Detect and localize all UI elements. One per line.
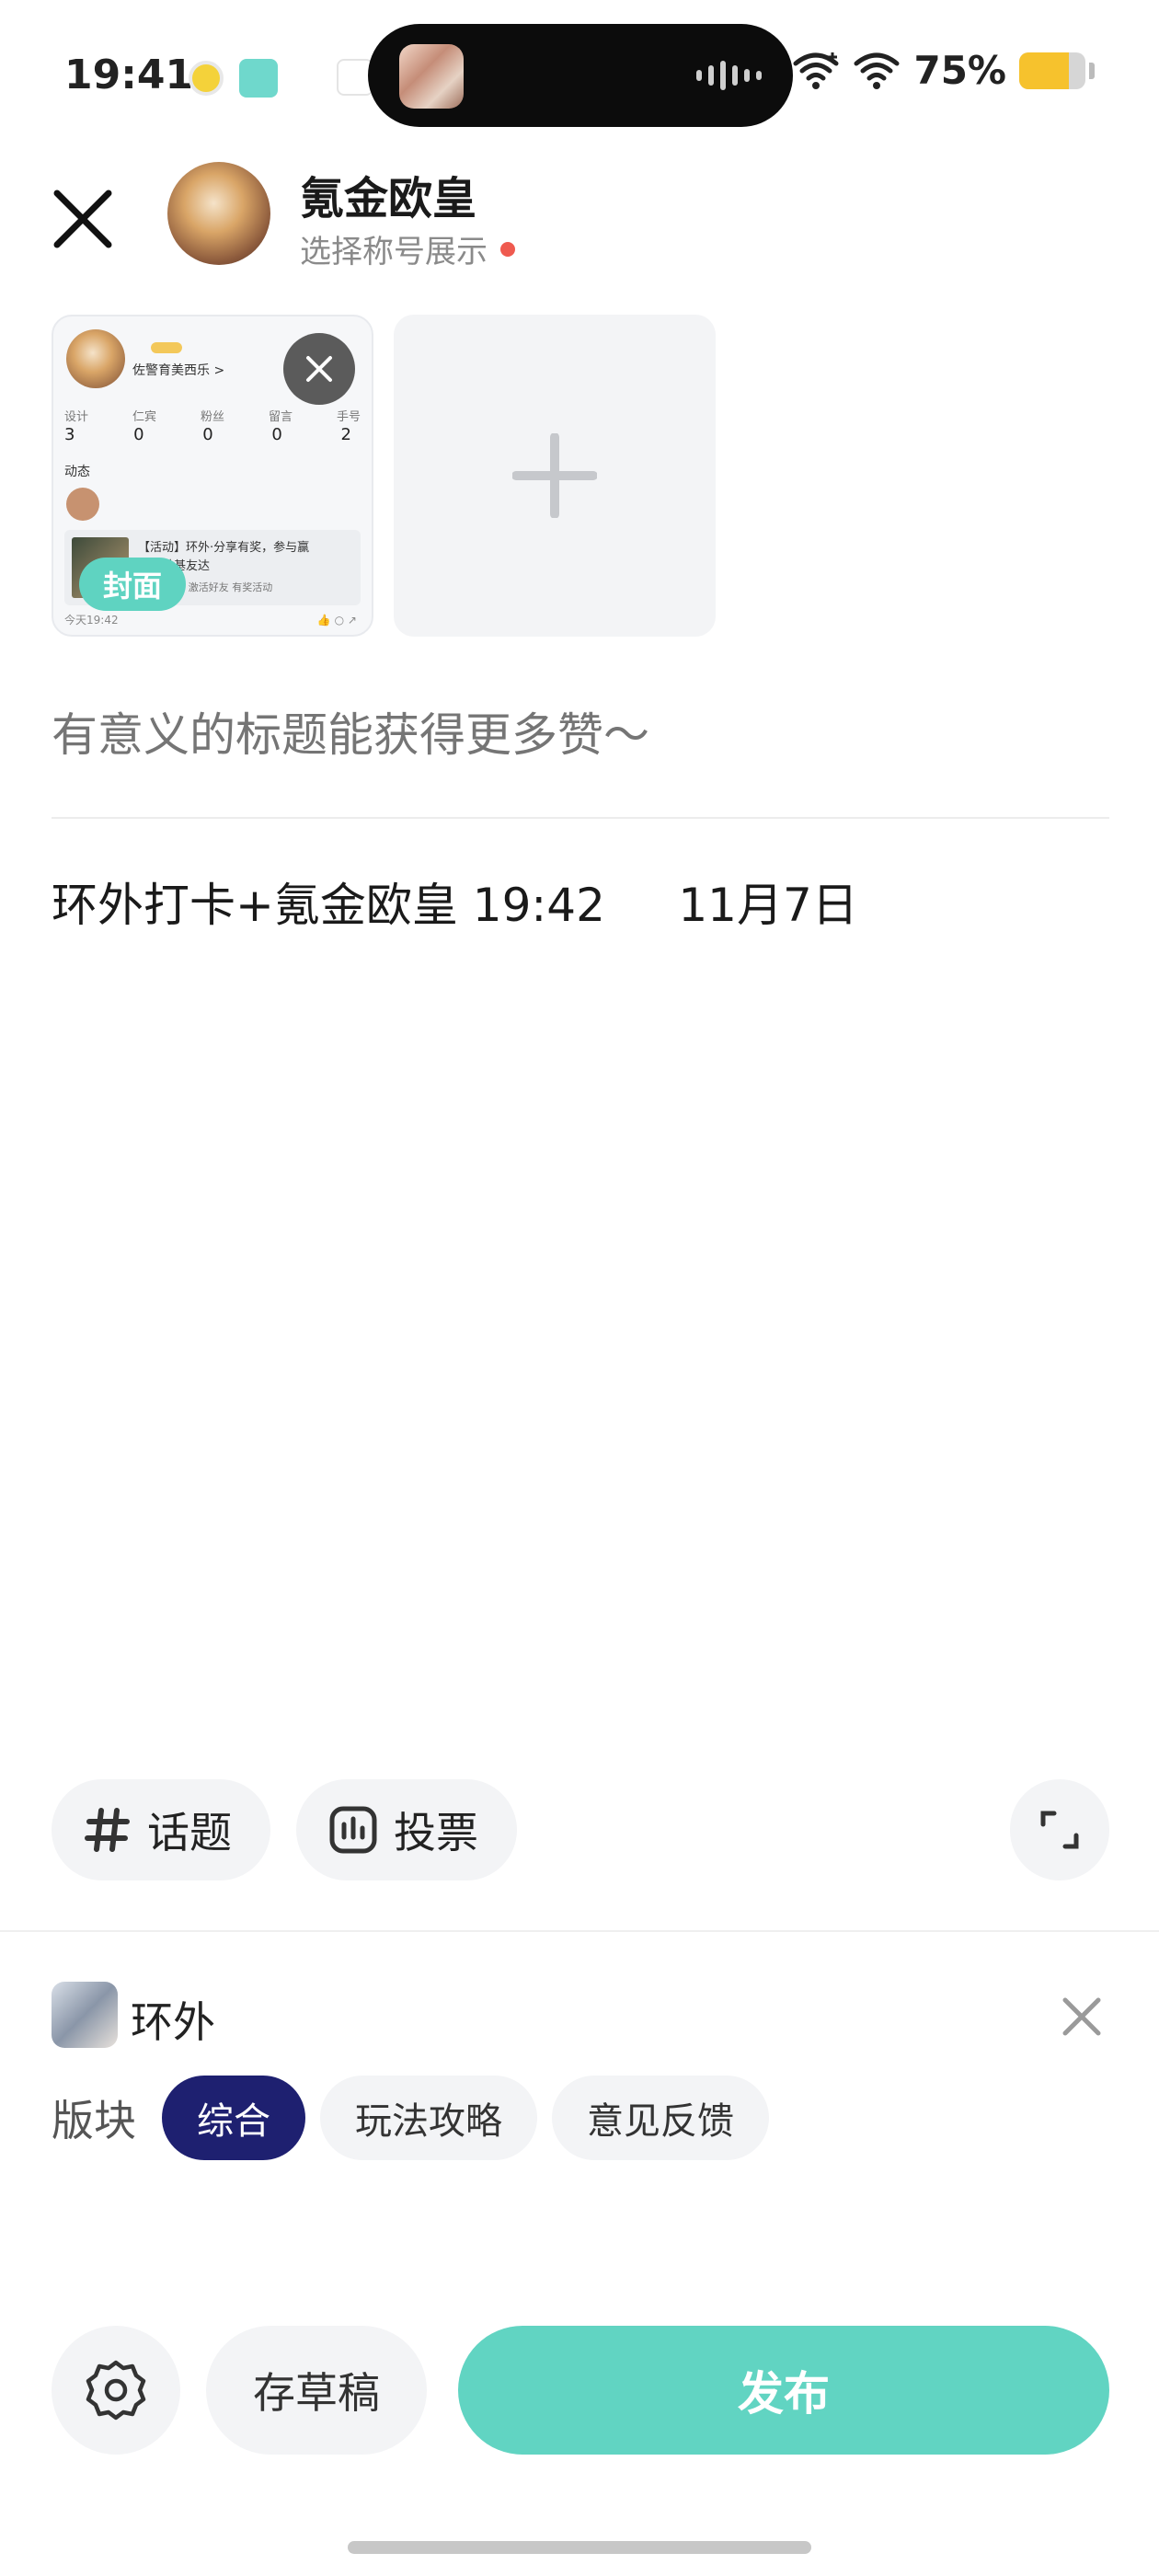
preview-stat-label: 粉丝 bbox=[200, 410, 224, 424]
battery-percent: 75% bbox=[913, 48, 1006, 93]
new-dot-indicator bbox=[500, 241, 515, 257]
close-icon bbox=[306, 356, 332, 382]
expand-editor-button[interactable] bbox=[1010, 1779, 1109, 1880]
close-icon bbox=[1062, 1997, 1101, 2036]
preview-stat-value: 3 bbox=[64, 425, 75, 444]
topic-button[interactable]: 话题 bbox=[52, 1779, 270, 1880]
wifi-icon bbox=[854, 52, 900, 89]
preview-stat-label: 手号 bbox=[336, 410, 361, 424]
preview-badge bbox=[151, 342, 182, 353]
save-draft-button[interactable]: 存草稿 bbox=[206, 2326, 427, 2455]
preview-post-avatar bbox=[66, 488, 99, 521]
board-label: 版块 bbox=[52, 2096, 136, 2145]
preview-post-time: 今天19:42 bbox=[64, 614, 119, 627]
status-bar: 19:41 75% bbox=[0, 0, 1159, 147]
notification-app-icon bbox=[239, 59, 278, 98]
preview-post-actions-icon: 👍 ○ ↗ bbox=[316, 613, 357, 627]
preview-stat-label: 设计 bbox=[64, 410, 89, 424]
close-button[interactable] bbox=[48, 184, 118, 254]
plus-icon bbox=[512, 433, 597, 518]
settings-button[interactable] bbox=[52, 2326, 180, 2455]
battery-tip bbox=[1089, 62, 1095, 79]
status-right: 75% bbox=[792, 48, 1095, 93]
preview-nickname: 佐警育美西乐 > bbox=[132, 363, 225, 378]
composer-header: 氪金欧皇 选择称号展示 bbox=[0, 156, 1159, 276]
publish-button[interactable]: 发布 bbox=[458, 2326, 1109, 2455]
vote-button[interactable]: 投票 bbox=[296, 1779, 517, 1880]
home-indicator[interactable] bbox=[348, 2541, 811, 2554]
expand-icon bbox=[1040, 1811, 1079, 1849]
body-text-editor[interactable]: 环外打卡+氪金欧皇 19:42 11月7日 bbox=[52, 868, 858, 935]
remove-image-button[interactable] bbox=[283, 333, 355, 405]
wifi-icon bbox=[793, 52, 839, 89]
board-chip-general[interactable]: 综合 bbox=[162, 2076, 305, 2160]
username: 氪金欧皇 bbox=[300, 173, 477, 224]
preview-stats-values: 3 0 0 0 2 bbox=[64, 425, 351, 444]
preview-stat-value: 0 bbox=[202, 425, 213, 444]
battery-icon bbox=[1019, 52, 1085, 89]
game-selector[interactable]: 环外 bbox=[52, 1982, 1109, 2052]
audio-waveform-icon bbox=[696, 61, 762, 90]
topic-label: 话题 bbox=[147, 1808, 232, 1857]
game-name: 环外 bbox=[131, 1997, 215, 2047]
game-icon bbox=[52, 1982, 118, 2048]
title-input[interactable] bbox=[52, 708, 1109, 762]
avatar[interactable] bbox=[167, 162, 270, 265]
notification-app-icon bbox=[189, 61, 224, 96]
poll-icon bbox=[329, 1806, 377, 1854]
preview-stat-value: 2 bbox=[340, 425, 351, 444]
preview-stat-label: 留言 bbox=[268, 410, 293, 424]
title-selector[interactable]: 选择称号展示 bbox=[300, 226, 515, 271]
preview-stat-value: 0 bbox=[133, 425, 144, 444]
cover-badge: 封面 bbox=[79, 558, 186, 611]
title-selector-label: 选择称号展示 bbox=[300, 234, 488, 270]
preview-section: 动态 bbox=[64, 465, 90, 479]
battery-level bbox=[1019, 52, 1069, 89]
status-time: 19:41 bbox=[64, 52, 194, 98]
preview-stat-label: 仁宾 bbox=[132, 410, 156, 424]
board-selector: 版块 综合 玩法攻略 意见反馈 bbox=[52, 2076, 769, 2160]
vote-label: 投票 bbox=[394, 1808, 478, 1857]
dynamic-island[interactable] bbox=[368, 24, 793, 127]
section-divider bbox=[0, 1930, 1159, 1932]
gear-icon bbox=[86, 2360, 146, 2421]
remove-game-button[interactable] bbox=[1054, 1989, 1109, 2044]
title-divider bbox=[52, 817, 1109, 819]
board-chip-feedback[interactable]: 意见反馈 bbox=[552, 2076, 769, 2160]
close-icon bbox=[53, 190, 112, 248]
media-artwork-icon bbox=[399, 44, 464, 109]
image-thumbnail[interactable]: 佐警育美西乐 > 设计 仁宾 粉丝 留言 手号 3 0 0 0 2 动态 【活动… bbox=[52, 315, 373, 637]
add-image-button[interactable] bbox=[394, 315, 716, 637]
preview-stats-labels: 设计 仁宾 粉丝 留言 手号 bbox=[64, 407, 361, 424]
preview-post-text: 【活动】环外·分享有奖，参与赢 bbox=[138, 541, 310, 555]
preview-post-footer: 今天19:42 👍 ○ ↗ bbox=[64, 612, 357, 627]
hashtag-icon bbox=[85, 1808, 130, 1852]
preview-avatar bbox=[66, 329, 125, 388]
preview-stat-value: 0 bbox=[271, 425, 282, 444]
board-chip-guides[interactable]: 玩法攻略 bbox=[320, 2076, 537, 2160]
